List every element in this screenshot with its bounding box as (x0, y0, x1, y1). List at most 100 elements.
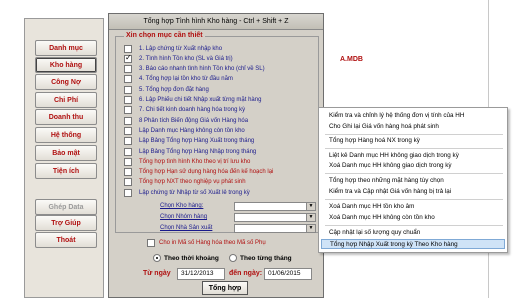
nav-button-kho-hang[interactable]: Kho hàng (35, 57, 97, 73)
main-nav-panel: Danh mục Kho hàng Công Nợ Chi Phí Doanh … (24, 18, 104, 298)
radio-by-period-button[interactable] (153, 254, 161, 262)
nav-button-danh-muc[interactable]: Danh mục (35, 40, 97, 56)
chevron-down-icon[interactable]: ▼ (306, 214, 315, 221)
option-label: 4. Tổng hợp lại tồn kho từ đầu năm (139, 76, 233, 83)
to-date-input[interactable]: 01/06/2015 (264, 268, 312, 280)
menu-item-summary-selected[interactable]: Tổng hợp theo những mặt hàng tùy chọn (329, 176, 503, 186)
from-date-label: Từ ngày (143, 270, 171, 277)
option-label: Tổng hợp NXT theo nghiệp vụ phát sinh (139, 179, 246, 186)
option-label: Tổng hợp Hạn sử dụng hàng hóa đến kế hoạ… (139, 169, 274, 176)
option-checkbox[interactable] (124, 75, 132, 84)
nav-button-cong-no[interactable]: Công Nợ (35, 74, 97, 90)
option-label: 7. Chi tiết kinh doanh hàng hóa trong kỳ (139, 107, 246, 114)
option-checkbox[interactable] (124, 188, 132, 197)
radio-by-month-label: Theo từng tháng (240, 254, 292, 262)
nav-button-he-thong[interactable]: Hệ thống (35, 127, 97, 143)
option-label: 6. Lập Phiếu chi tiết Nhập xuất từng mặt… (139, 97, 262, 103)
context-menu: Kiểm tra và chỉnh lý hệ thống đơn vị tín… (318, 107, 508, 253)
inventory-summary-dialog: Tổng hợp Tình hình Kho hàng - Ctrl + Shi… (108, 13, 324, 298)
menu-item-record-cost[interactable]: Cho Ghi lại Giá vốn hàng hoá phát sinh (329, 122, 503, 132)
menu-item-list-no-trade[interactable]: Liệt kê Danh mục HH không giao dịch tron… (329, 151, 503, 161)
option-row[interactable]: 7. Chi tiết kinh doanh hàng hóa trong kỳ (124, 106, 245, 115)
option-row[interactable]: Lập Danh mục Hàng không còn tồn kho (124, 126, 245, 135)
menu-item-delete-empty[interactable]: Xoá Danh mục HH không còn tồn kho (329, 213, 503, 223)
radio-by-period[interactable]: Theo thời khoảng (153, 254, 219, 262)
nav-button-doanh-thu[interactable]: Doanh thu (35, 109, 97, 125)
option-checkbox[interactable] (124, 137, 132, 146)
options-group: Xin chọn mục cần thiết Chọn Kho hàng: ▼ … (115, 32, 319, 233)
menu-item-check-units[interactable]: Kiểm tra và chỉnh lý hệ thống đơn vị tín… (329, 111, 503, 121)
from-date-input[interactable]: 31/12/2013 (177, 268, 225, 280)
option-label: Tổng hợp tình hình Kho theo vị trí lưu k… (139, 158, 251, 165)
database-name: A.MDB (340, 56, 363, 63)
menu-separator (325, 199, 503, 200)
nav-button-tien-ich[interactable]: Tiện ích (35, 163, 97, 179)
menu-item-update-quantity[interactable]: Cập nhật lại số lượng quy chuẩn (329, 228, 503, 238)
option-row[interactable]: Lập Bảng Tổng hợp Hàng Nhập trong tháng (124, 147, 256, 156)
radio-by-month-button[interactable] (229, 254, 237, 262)
option-checkbox[interactable] (124, 126, 132, 135)
chevron-down-icon[interactable]: ▼ (306, 203, 315, 210)
nav-button-ghep-data[interactable]: Ghép Data (35, 199, 97, 215)
menu-item-delete-no-trade[interactable]: Xoá Danh mục HH không giao dịch trong kỳ (329, 161, 503, 171)
option-checkbox[interactable] (124, 168, 132, 177)
manufacturer-filter-label: Chọn Nhà Sản xuất (160, 225, 213, 231)
dialog-title[interactable]: Tổng hợp Tình hình Kho hàng - Ctrl + Shi… (109, 14, 323, 30)
menu-item-summary-nx[interactable]: Tổng hợp Hàng hoá NX trong kỳ (329, 136, 503, 146)
warehouse-select[interactable]: ▼ (234, 202, 316, 211)
option-label: Lập Bảng Tổng hợp Hàng Xuất trong tháng (139, 138, 255, 145)
option-row[interactable]: Lập Bảng Tổng hợp Hàng Xuất trong tháng (124, 137, 254, 146)
option-checkbox[interactable] (124, 96, 132, 104)
group-select[interactable]: ▼ (234, 213, 316, 222)
option-checkbox[interactable] (124, 85, 132, 94)
option-checkbox[interactable] (124, 65, 132, 74)
option-row[interactable]: Lập chứng từ Nhập từ số Xuất lẻ trong kỳ (124, 188, 250, 197)
option-label: 3. Báo cáo nhanh tình hình Tồn kho (chỉ … (139, 66, 265, 73)
option-row[interactable]: Tổng hợp Hạn sử dụng hàng hóa đến kế hoạ… (124, 168, 273, 177)
menu-item-update-return-cost[interactable]: Kiểm tra và Cập nhật Giá vốn hàng bị trả… (329, 187, 503, 197)
option-label: 1. Lập chứng từ Xuất nhập kho (139, 45, 223, 52)
radio-by-month[interactable]: Theo từng tháng (229, 254, 292, 262)
option-row[interactable]: 4. Tổng hợp lại tồn kho từ đầu năm (124, 75, 233, 84)
option-row[interactable]: 5. Tổng hợp đơn đặt hàng (124, 85, 209, 94)
option-label: Lập Bảng Tổng hợp Hàng Nhập trong tháng (139, 148, 257, 155)
manufacturer-select[interactable]: ▼ (234, 224, 316, 233)
option-checkbox[interactable] (124, 116, 132, 125)
option-row[interactable]: 2. Tình hình Tồn kho (SL và Giá trị) (124, 53, 233, 63)
nav-button-bao-mat[interactable]: Bảo mật (35, 145, 97, 161)
option-label: 8 Phân tích Biến động Giá vốn Hàng hóa (139, 117, 249, 124)
option-row[interactable]: 3. Báo cáo nhanh tình hình Tồn kho (chỉ … (124, 65, 265, 74)
summary-button[interactable]: Tổng hợp (202, 281, 248, 295)
options-legend: Xin chọn mục cần thiết (124, 32, 205, 39)
option-label: 5. Tổng hợp đơn đặt hàng (139, 86, 209, 93)
nav-button-chi-phi[interactable]: Chi Phí (35, 92, 97, 108)
print-subcode-checkbox[interactable] (147, 239, 155, 247)
nav-button-tro-giup[interactable]: Trợ Giúp (35, 215, 97, 231)
menu-separator (325, 225, 503, 226)
option-checkbox[interactable] (124, 178, 132, 187)
option-checkbox[interactable] (124, 53, 132, 63)
option-checkbox[interactable] (124, 157, 132, 166)
radio-by-period-label: Theo thời khoảng (164, 254, 219, 262)
group-filter-label: Chọn Nhóm hàng (160, 214, 208, 220)
warehouse-filter-label: Chọn Kho hàng: (160, 203, 204, 209)
option-checkbox[interactable] (124, 44, 132, 53)
menu-item-delete-negative[interactable]: Xoá Danh mục HH tồn kho âm (329, 202, 503, 212)
option-label: Lập Danh mục Hàng không còn tồn kho (139, 127, 245, 134)
menu-separator (325, 173, 503, 174)
menu-item-summary-by-warehouse[interactable]: Tổng hợp Nhập Xuất trong kỳ Theo Kho hàn… (321, 239, 505, 249)
nav-button-thoat[interactable]: Thoát (35, 232, 97, 248)
option-checkbox[interactable] (124, 106, 132, 115)
option-row[interactable]: 6. Lập Phiếu chi tiết Nhập xuất từng mặt… (124, 96, 261, 105)
option-checkbox[interactable] (124, 147, 132, 156)
chevron-down-icon[interactable]: ▼ (306, 225, 315, 232)
menu-separator (325, 134, 503, 135)
print-subcode-option[interactable]: Cho in Mã số Hàng hóa theo Mã số Phụ (147, 239, 266, 247)
menu-separator (325, 148, 503, 149)
option-row[interactable]: 1. Lập chứng từ Xuất nhập kho (124, 44, 222, 53)
option-row[interactable]: Tổng hợp tình hình Kho theo vị trí lưu k… (124, 157, 250, 166)
to-date-label: đến ngày: (229, 270, 263, 277)
option-row[interactable]: 8 Phân tích Biến động Giá vốn Hàng hóa (124, 116, 248, 125)
option-label: Lập chứng từ Nhập từ số Xuất lẻ trong kỳ (139, 189, 250, 196)
option-row[interactable]: Tổng hợp NXT theo nghiệp vụ phát sinh (124, 178, 246, 187)
